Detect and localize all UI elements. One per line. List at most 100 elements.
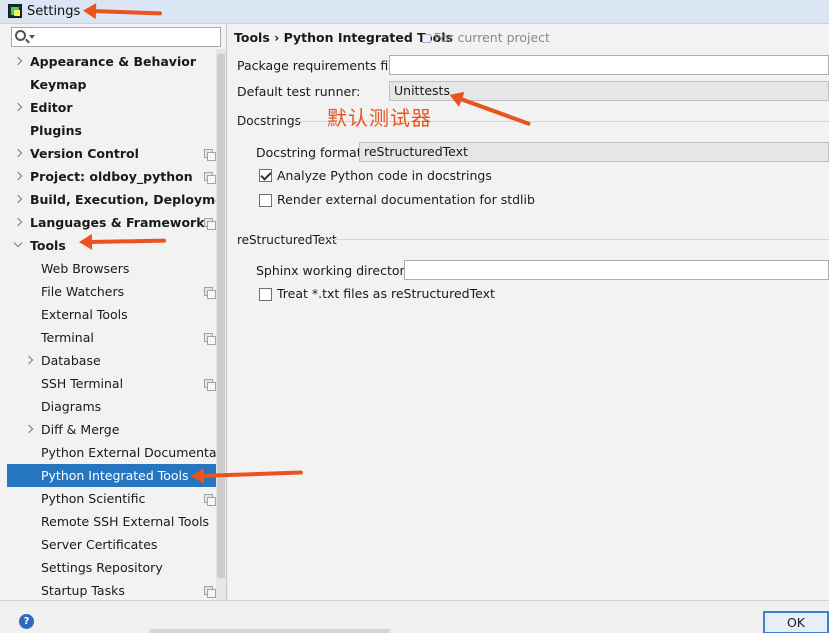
sidebar-item-label: Python Integrated Tools (41, 468, 189, 483)
sidebar-item-label: Languages & Frameworks (30, 215, 212, 230)
sidebar-item-project-oldboy-python[interactable]: Project: oldboy_python (7, 165, 216, 188)
analyze-docstrings-label: Analyze Python code in docstrings (277, 168, 492, 183)
sidebar-item-label: External Tools (41, 307, 128, 322)
project-scope-icon (204, 149, 216, 161)
docstring-format-select[interactable]: reStructuredText (359, 142, 829, 162)
project-scope-icon (204, 287, 216, 299)
project-scope-icon (204, 494, 216, 506)
project-scope-icon (204, 379, 216, 391)
sidebar-item-database[interactable]: Database (7, 349, 216, 372)
breadcrumb: Tools › Python Integrated Tools (234, 30, 453, 45)
window-title: Settings (27, 4, 81, 19)
test-runner-value: Unittests (394, 83, 450, 98)
taskbar-strip (150, 629, 390, 633)
settings-sidebar: Appearance & Behavior Keymap Editor Plugins… (0, 24, 227, 600)
sidebar-item-plugins[interactable]: Plugins (7, 119, 216, 142)
sidebar-item-label: File Watchers (41, 284, 125, 299)
scope-text: For current project (434, 30, 550, 45)
sidebar-item-terminal[interactable]: Terminal (7, 326, 216, 349)
project-scope-icon (204, 333, 216, 345)
sidebar-item-languages-frameworks[interactable]: Languages & Frameworks (7, 211, 216, 234)
restructuredtext-section-title: reStructuredText (237, 233, 337, 247)
sidebar-item-label: Web Browsers (41, 261, 130, 276)
project-scope-icon (204, 218, 216, 230)
chevron-right-icon[interactable] (13, 194, 23, 204)
sidebar-item-label: Database (41, 353, 101, 368)
sidebar-item-keymap[interactable]: Keymap (7, 73, 216, 96)
sidebar-item-label: Python Scientific (41, 491, 146, 506)
scope-label: For current project (422, 30, 550, 45)
render-stdlib-docs-checkbox[interactable] (259, 194, 272, 207)
settings-search-input[interactable] (11, 27, 221, 47)
ok-button[interactable]: OK (763, 611, 829, 633)
sidebar-item-python-scientific[interactable]: Python Scientific (7, 487, 216, 510)
sidebar-item-label: Project: oldboy_python (30, 169, 193, 184)
treat-txt-checkbox[interactable] (259, 288, 272, 301)
sidebar-item-settings-repository[interactable]: Settings Repository (7, 556, 216, 579)
sidebar-item-diff-merge[interactable]: Diff & Merge (7, 418, 216, 441)
sidebar-scrollbar-thumb[interactable] (217, 54, 225, 578)
sidebar-item-label: Build, Execution, Deployment (30, 192, 216, 207)
sidebar-item-web-browsers[interactable]: Web Browsers (7, 257, 216, 280)
sidebar-item-label: Keymap (30, 77, 87, 92)
sidebar-item-label: SSH Terminal (41, 376, 124, 391)
sidebar-item-label: Remote SSH External Tools (41, 514, 210, 529)
settings-content: Tools › Python Integrated Tools For curr… (228, 24, 829, 606)
sidebar-item-tools[interactable]: Tools (7, 234, 216, 257)
project-scope-icon (422, 34, 431, 43)
package-requirements-input[interactable] (389, 55, 829, 75)
sidebar-item-python-integrated-tools[interactable]: Python Integrated Tools (7, 464, 216, 487)
project-scope-icon (204, 172, 216, 184)
sidebar-item-label: Python External Documentatior (41, 445, 216, 460)
sidebar-item-version-control[interactable]: Version Control (7, 142, 216, 165)
sphinx-directory-label: Sphinx working directory: (256, 263, 416, 278)
sidebar-item-server-certificates[interactable]: Server Certificates (7, 533, 216, 556)
sidebar-item-label: Settings Repository (41, 560, 163, 575)
sidebar-item-python-external-documentatior[interactable]: Python External Documentatior (7, 441, 216, 464)
settings-tree: Appearance & Behavior Keymap Editor Plugins… (7, 50, 216, 600)
sidebar-item-startup-tasks[interactable]: Startup Tasks (7, 579, 216, 600)
help-button[interactable]: ? (19, 614, 34, 629)
sidebar-item-label: Appearance & Behavior (30, 54, 196, 69)
chevron-right-icon[interactable] (13, 56, 23, 66)
sidebar-item-editor[interactable]: Editor (7, 96, 216, 119)
sidebar-item-build-execution-deployment[interactable]: Build, Execution, Deployment (7, 188, 216, 211)
docstring-format-value: reStructuredText (364, 144, 468, 159)
sidebar-item-diagrams[interactable]: Diagrams (7, 395, 216, 418)
chevron-right-icon[interactable] (24, 424, 34, 434)
chevron-right-icon[interactable] (13, 171, 23, 181)
chevron-right-icon[interactable] (24, 355, 34, 365)
sidebar-item-label: Plugins (30, 123, 82, 138)
sidebar-item-label: Server Certificates (41, 537, 158, 552)
sphinx-directory-input[interactable] (404, 260, 829, 280)
chevron-right-icon[interactable] (13, 102, 23, 112)
treat-txt-label: Treat *.txt files as reStructuredText (277, 286, 495, 301)
sidebar-item-remote-ssh-external-tools[interactable]: Remote SSH External Tools (7, 510, 216, 533)
docstring-format-label: Docstring format: (256, 145, 366, 160)
sidebar-item-appearance-behavior[interactable]: Appearance & Behavior (7, 50, 216, 73)
test-runner-label: Default test runner: (237, 84, 361, 99)
sidebar-item-ssh-terminal[interactable]: SSH Terminal (7, 372, 216, 395)
sidebar-item-label: Startup Tasks (41, 583, 125, 598)
project-scope-icon (204, 586, 216, 598)
annotation-note: 默认测试器 (327, 106, 432, 130)
chevron-down-icon (29, 35, 35, 39)
search-icon (15, 30, 26, 41)
package-requirements-label: Package requirements file: (237, 58, 404, 73)
dialog-footer: ? OK (0, 600, 829, 633)
sidebar-item-external-tools[interactable]: External Tools (7, 303, 216, 326)
chevron-right-icon[interactable] (13, 148, 23, 158)
docstrings-section-title: Docstrings (237, 114, 301, 128)
sidebar-item-label: Version Control (30, 146, 139, 161)
chevron-right-icon[interactable] (13, 217, 23, 227)
sidebar-item-file-watchers[interactable]: File Watchers (7, 280, 216, 303)
restructuredtext-divider (328, 239, 829, 240)
sidebar-item-label: Tools (30, 238, 66, 253)
pycharm-app-icon (8, 4, 22, 18)
sidebar-item-label: Editor (30, 100, 73, 115)
sidebar-item-label: Diagrams (41, 399, 102, 414)
sidebar-item-label: Terminal (41, 330, 94, 345)
chevron-down-icon[interactable] (13, 238, 23, 248)
analyze-docstrings-checkbox[interactable] (259, 169, 272, 182)
render-stdlib-docs-label: Render external documentation for stdlib (277, 192, 535, 207)
